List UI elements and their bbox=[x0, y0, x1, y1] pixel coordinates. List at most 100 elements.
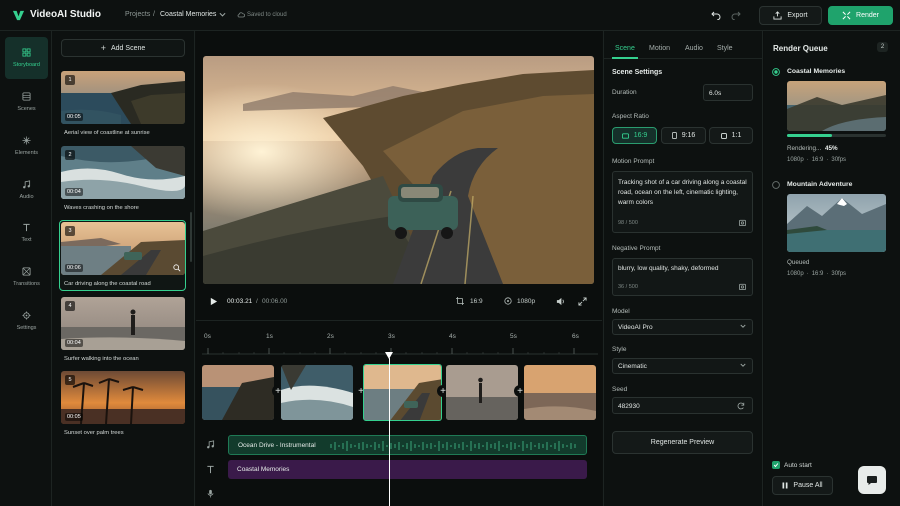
preview-frame-image bbox=[203, 56, 594, 284]
aspect-1-1-button[interactable]: 1:1 bbox=[709, 127, 753, 144]
queue-title: Render Queue bbox=[773, 44, 828, 53]
tab-motion[interactable]: Motion bbox=[649, 45, 670, 52]
radio-selected-icon[interactable] bbox=[772, 68, 780, 76]
render-button[interactable]: Render bbox=[828, 6, 893, 25]
nav-transitions[interactable]: Transitions bbox=[5, 256, 48, 298]
crop-icon[interactable] bbox=[456, 297, 464, 305]
text-track-title: Coastal Memories bbox=[237, 466, 290, 473]
music-icon bbox=[23, 180, 31, 189]
gear-icon bbox=[22, 311, 31, 320]
undo-icon[interactable] bbox=[711, 10, 721, 20]
nav-label: Text bbox=[21, 237, 32, 243]
nav-elements[interactable]: Elements bbox=[5, 125, 48, 167]
export-icon bbox=[773, 11, 782, 20]
nav-audio[interactable]: Audio bbox=[5, 169, 48, 211]
fullscreen-icon[interactable] bbox=[578, 297, 587, 306]
plus-icon: + bbox=[100, 43, 106, 53]
nav-settings[interactable]: Settings bbox=[5, 300, 48, 342]
nav-storyboard[interactable]: Storyboard bbox=[5, 37, 48, 79]
pause-all-button[interactable]: Pause All bbox=[772, 476, 833, 495]
tick-label: 4s bbox=[449, 333, 456, 340]
breadcrumb-projects[interactable]: Projects bbox=[125, 11, 150, 18]
queue-item-name: Mountain Adventure bbox=[787, 181, 853, 188]
volume-icon[interactable] bbox=[556, 297, 565, 306]
negative-prompt-label: Negative Prompt bbox=[612, 245, 661, 252]
aspect-16-9-button[interactable]: 16:9 bbox=[612, 127, 657, 144]
tab-audio[interactable]: Audio bbox=[685, 45, 703, 52]
timeline-clip-5[interactable] bbox=[524, 365, 596, 420]
queue-item-status: Rendering... bbox=[787, 145, 822, 152]
play-icon[interactable] bbox=[209, 297, 218, 306]
total-time: 00:06.00 bbox=[262, 298, 288, 305]
scene-thumbnail: 2 00:04 bbox=[61, 146, 185, 199]
queue-item-meta: 1080p · 16:9 · 30fps bbox=[787, 271, 846, 277]
text-track-clip[interactable]: Coastal Memories bbox=[228, 460, 587, 479]
scene-thumbnail: 3 00:06 bbox=[61, 222, 185, 275]
clip-thumbnail bbox=[202, 365, 274, 420]
image-attach-icon[interactable] bbox=[739, 219, 746, 226]
style-label: Style bbox=[612, 346, 627, 353]
auto-start-label: Auto start bbox=[784, 462, 812, 469]
scene-caption: Waves crashing on the shore bbox=[64, 205, 139, 211]
regenerate-preview-button[interactable]: Regenerate Preview bbox=[612, 431, 753, 454]
add-scene-label: Add Scene bbox=[111, 44, 146, 52]
logo-icon bbox=[12, 10, 25, 21]
scene-card-2[interactable]: 2 00:04 Waves crashing on the shore bbox=[61, 146, 185, 211]
redo-icon[interactable] bbox=[731, 10, 741, 20]
resolution-icon[interactable] bbox=[504, 297, 512, 305]
nav-label: Settings bbox=[16, 325, 37, 331]
check-icon bbox=[773, 463, 779, 468]
timeline-clip-4[interactable] bbox=[446, 365, 518, 420]
chat-support-button[interactable] bbox=[858, 466, 886, 494]
music-track-icon bbox=[207, 440, 215, 449]
mic-icon[interactable] bbox=[206, 489, 215, 498]
chevron-down-icon[interactable] bbox=[219, 12, 226, 18]
scene-caption: Car driving along the coastal road bbox=[64, 281, 151, 287]
scene-duration: 00:06 bbox=[65, 264, 83, 272]
chat-icon bbox=[867, 476, 877, 485]
motion-char-count: 98 / 500 bbox=[618, 220, 638, 226]
radio-unselected-icon[interactable] bbox=[772, 181, 780, 189]
scene-card-1[interactable]: 1 00:05 Aerial view of coastline at sunr… bbox=[61, 71, 185, 136]
aspect-9-16-button[interactable]: 9:16 bbox=[661, 127, 706, 144]
timeline-clip-3-selected[interactable] bbox=[363, 364, 442, 421]
auto-start-checkbox[interactable] bbox=[772, 461, 780, 469]
playhead-line[interactable] bbox=[388, 358, 390, 506]
add-scene-button[interactable]: + Add Scene bbox=[61, 39, 185, 57]
scenes-scrollbar[interactable] bbox=[190, 212, 192, 262]
video-preview[interactable] bbox=[203, 56, 594, 284]
queue-count-badge: 2 bbox=[877, 42, 888, 52]
resolution-selector[interactable]: 1080p bbox=[517, 298, 535, 305]
tick-label: 3s bbox=[388, 333, 395, 340]
scene-caption: Sunset over palm trees bbox=[64, 430, 124, 436]
nav-scenes[interactable]: Scenes bbox=[5, 81, 48, 123]
aspect-selector[interactable]: 16:9 bbox=[470, 298, 483, 305]
duration-input[interactable]: 6.0s bbox=[703, 84, 753, 101]
render-icon bbox=[842, 11, 851, 20]
audio-track-clip[interactable]: Ocean Drive - Instrumental bbox=[228, 435, 587, 455]
scene-card-5[interactable]: 5 00:05 Sunset over palm trees bbox=[61, 371, 185, 436]
aspect-label: Aspect Ratio bbox=[612, 113, 649, 120]
seed-input[interactable]: 482930 bbox=[612, 397, 753, 414]
style-select[interactable]: Cinematic bbox=[612, 358, 753, 374]
scene-card-3[interactable]: 3 00:06 Car driving along the coastal ro… bbox=[61, 222, 185, 287]
tab-scene[interactable]: Scene bbox=[615, 45, 635, 52]
timeline-ruler[interactable] bbox=[202, 344, 598, 356]
export-button[interactable]: Export bbox=[759, 6, 822, 25]
render-label: Render bbox=[856, 12, 879, 19]
model-select[interactable]: VideoAI Pro bbox=[612, 319, 753, 335]
zoom-icon[interactable] bbox=[173, 264, 181, 272]
nav-text[interactable]: Text bbox=[5, 212, 48, 254]
mountain-render-image bbox=[787, 194, 886, 252]
refresh-icon[interactable] bbox=[737, 402, 745, 410]
image-attach-icon[interactable] bbox=[739, 283, 746, 290]
regenerate-label: Regenerate Preview bbox=[650, 439, 715, 446]
scene-card-4[interactable]: 4 00:04 Surfer walking into the ocean bbox=[61, 297, 185, 362]
timeline-clip-2[interactable] bbox=[281, 365, 353, 420]
negative-prompt-textarea[interactable]: blurry, low quality, shaky, deformed bbox=[612, 258, 753, 296]
pause-all-label: Pause All bbox=[793, 482, 823, 489]
timeline-clip-1[interactable] bbox=[202, 365, 274, 420]
tab-style[interactable]: Style bbox=[717, 45, 733, 52]
divider bbox=[196, 320, 602, 321]
project-name[interactable]: Coastal Memories bbox=[160, 11, 216, 18]
